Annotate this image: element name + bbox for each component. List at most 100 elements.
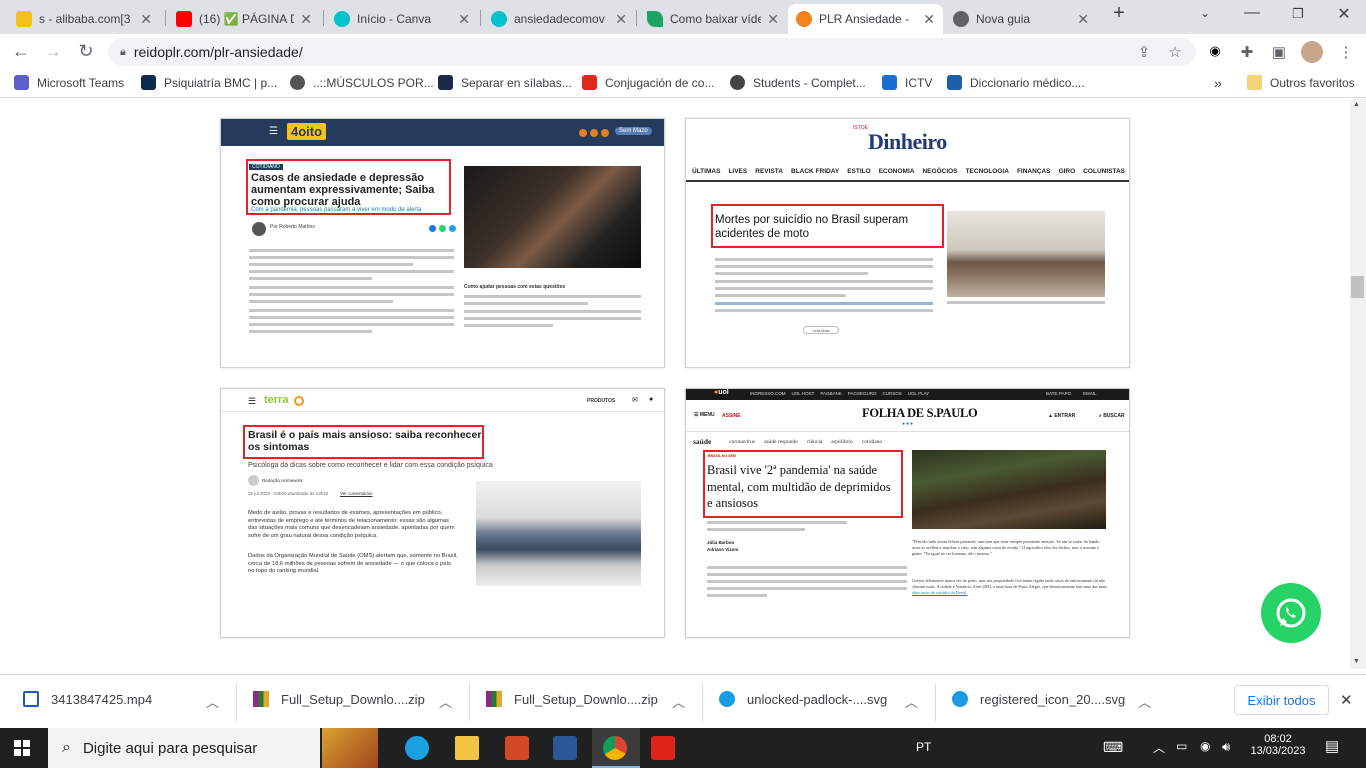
download-item[interactable]: Full_Setup_Downlo....zip <box>486 691 658 707</box>
close-window-button[interactable]: ✕ <box>1332 4 1356 24</box>
close-icon[interactable]: ✕ <box>140 11 152 28</box>
scroll-down-icon[interactable]: ▼ <box>1353 658 1360 665</box>
bookmark-students[interactable]: Students - Complet... <box>730 75 866 90</box>
edge-taskbar-icon[interactable] <box>405 736 429 760</box>
nav-item[interactable]: ÚLTIMAS <box>692 168 720 175</box>
battery-icon[interactable]: ▭ <box>1176 739 1187 753</box>
minimize-button[interactable]: — <box>1240 4 1264 22</box>
side-panel-icon[interactable]: ▣ <box>1269 43 1289 61</box>
bookmarks-overflow-icon[interactable]: » <box>1214 75 1222 91</box>
article-card-4oito[interactable]: ☰ 4oito Sem Mazo COTIDIANO Casos de ansi… <box>220 118 665 368</box>
article-card-dinheiro[interactable]: ISTOÉ Dinheiro ÚLTIMAS LIVES REVISTA BLACK … <box>685 118 1130 368</box>
tab-plr-ansiedade[interactable]: PLR Ansiedade - ✕ <box>788 4 943 34</box>
download-item[interactable]: Full_Setup_Downlo....zip <box>253 691 425 707</box>
login-link[interactable]: ▲ ENTRAR <box>1048 413 1075 419</box>
section-nav-item[interactable]: coronavírus <box>729 439 755 445</box>
chevron-up-icon[interactable]: ︿ <box>439 692 452 711</box>
close-icon[interactable]: ✕ <box>923 11 935 28</box>
file-explorer-icon[interactable] <box>455 736 479 760</box>
uol-nav-item[interactable]: UOL HOST <box>792 391 815 396</box>
close-icon[interactable]: ✕ <box>1077 11 1089 28</box>
uol-nav-item[interactable]: PAGSEGURO <box>848 391 877 396</box>
tab-alibaba[interactable]: s - alibaba.com[3 ✕ <box>8 4 160 34</box>
read-more-button[interactable]: Leia Mais <box>803 326 839 334</box>
notifications-icon[interactable]: ▤ <box>1325 737 1339 755</box>
article-card-terra[interactable]: ☰ terra PRODUTOS ✉ ● Brasil é o país mai… <box>220 388 665 638</box>
close-icon[interactable]: ✕ <box>458 11 470 28</box>
nav-item[interactable]: NEGÓCIOS <box>922 168 957 175</box>
page-scrollbar[interactable]: ▲ ▼ <box>1350 99 1366 669</box>
chevron-up-icon[interactable]: ︿ <box>672 692 685 711</box>
section-nav-item[interactable]: saúde responde <box>764 439 798 445</box>
forward-button[interactable]: → <box>42 41 64 62</box>
products-menu[interactable]: PRODUTOS <box>587 398 615 404</box>
uol-nav-item[interactable]: UOL PLAY <box>908 391 930 396</box>
menu-button[interactable]: ☰ MENU <box>694 412 715 418</box>
taskbar-search[interactable]: ⌕ Digite aqui para pesquisar <box>48 728 320 768</box>
scroll-up-icon[interactable]: ▲ <box>1353 101 1360 108</box>
bookmark-teams[interactable]: Microsoft Teams <box>14 75 124 90</box>
nav-item[interactable]: ECONOMIA <box>879 168 915 175</box>
show-all-downloads-button[interactable]: Exibir todos <box>1234 685 1329 715</box>
user-icon[interactable]: ● <box>649 396 653 403</box>
menu-icon[interactable]: ☰ <box>269 126 278 137</box>
nav-item[interactable]: REVISTA <box>755 168 783 175</box>
tab-new-tab[interactable]: Nova guia ✕ <box>945 4 1097 34</box>
comments-link[interactable]: Ver comentários <box>340 491 373 496</box>
close-downloads-button[interactable]: ✕ <box>1340 691 1353 709</box>
volume-icon[interactable]: 🔊︎ <box>1222 739 1230 755</box>
share-icon[interactable]: ⇪ <box>1134 43 1154 61</box>
download-item[interactable]: registered_icon_20....svg <box>952 691 1125 707</box>
tab-youtube[interactable]: (16) ✅ PÁGINA D ✕ <box>168 4 320 34</box>
uol-nav-item[interactable]: PAGBANK <box>820 391 841 396</box>
subscribe-link[interactable]: ASSINE <box>722 413 741 419</box>
bookmark-psiquiatria[interactable]: Psiquiatría BMC | p... <box>141 75 277 90</box>
powerpoint-icon[interactable] <box>505 736 529 760</box>
social-icon[interactable] <box>590 129 598 137</box>
download-item[interactable]: unlocked-padlock-....svg <box>719 691 887 707</box>
profile-avatar[interactable] <box>1301 41 1323 63</box>
extensions-puzzle-icon[interactable]: ✚ <box>1237 43 1257 61</box>
search-link[interactable]: ⌕ BUSCAR <box>1099 413 1125 419</box>
uol-nav-item[interactable]: CURSOS <box>882 391 901 396</box>
tab-canva-2[interactable]: ansiedadecomov ✕ <box>483 4 635 34</box>
close-icon[interactable]: ✕ <box>767 11 779 28</box>
bookmark-silabas[interactable]: Separar en sílabas... <box>438 75 572 90</box>
reload-button[interactable]: ↻ <box>75 41 97 62</box>
bookmark-conjugacion[interactable]: Conjugación de co... <box>582 75 714 90</box>
new-tab-button[interactable]: + <box>1107 2 1131 25</box>
clock[interactable]: 08:02 13/03/2023 <box>1250 733 1306 757</box>
chat-link[interactable]: BATE-PAPO <box>1046 391 1071 396</box>
nav-item[interactable]: BLACK FRIDAY <box>791 168 839 175</box>
bookmark-other-folder[interactable]: Outros favoritos <box>1247 75 1355 90</box>
tab-search-icon[interactable]: ⌄ <box>1193 6 1217 20</box>
section-nav-item[interactable]: equilíbrio <box>831 439 852 445</box>
network-icon[interactable]: ◉ <box>1200 739 1210 753</box>
nav-item[interactable]: COLUNISTAS <box>1083 168 1125 175</box>
nav-item[interactable]: LIVES <box>728 168 747 175</box>
word-icon[interactable] <box>553 736 577 760</box>
whatsapp-float-button[interactable] <box>1261 583 1321 643</box>
chevron-up-icon[interactable]: ︿ <box>1153 739 1165 756</box>
scrollbar-thumb[interactable] <box>1351 276 1364 298</box>
facebook-icon[interactable] <box>429 225 436 232</box>
language-indicator[interactable]: PT <box>916 740 931 754</box>
nav-item[interactable]: FINANÇAS <box>1017 168 1051 175</box>
bookmark-star-icon[interactable]: ☆ <box>1165 43 1185 61</box>
chevron-up-icon[interactable]: ︿ <box>1138 692 1151 711</box>
whatsapp-icon[interactable] <box>439 225 446 232</box>
header-button[interactable]: Sem Mazo <box>615 127 652 135</box>
twitter-icon[interactable] <box>449 225 456 232</box>
keyboard-icon[interactable]: ⌨ <box>1103 739 1123 756</box>
section-nav-item[interactable]: cotidiano <box>862 439 882 445</box>
chevron-up-icon[interactable]: ︿ <box>206 692 219 711</box>
bookmark-ictv[interactable]: ICTV <box>882 75 932 90</box>
download-item[interactable]: 3413847425.mp4 <box>23 691 152 707</box>
uol-nav-item[interactable]: INGRESSO.COM <box>750 391 786 396</box>
acrobat-icon[interactable] <box>651 736 675 760</box>
close-icon[interactable]: ✕ <box>615 11 627 28</box>
back-button[interactable]: ← <box>10 41 32 62</box>
extension-gpt-icon[interactable]: ◉ <box>1205 43 1225 59</box>
article-link[interactable]: altas taxas de suicídio do Brasil. <box>912 590 967 595</box>
article-card-folha[interactable]: ●uol INGRESSO.COM UOL HOST PAGBANK PAGSEGUR… <box>685 388 1130 638</box>
